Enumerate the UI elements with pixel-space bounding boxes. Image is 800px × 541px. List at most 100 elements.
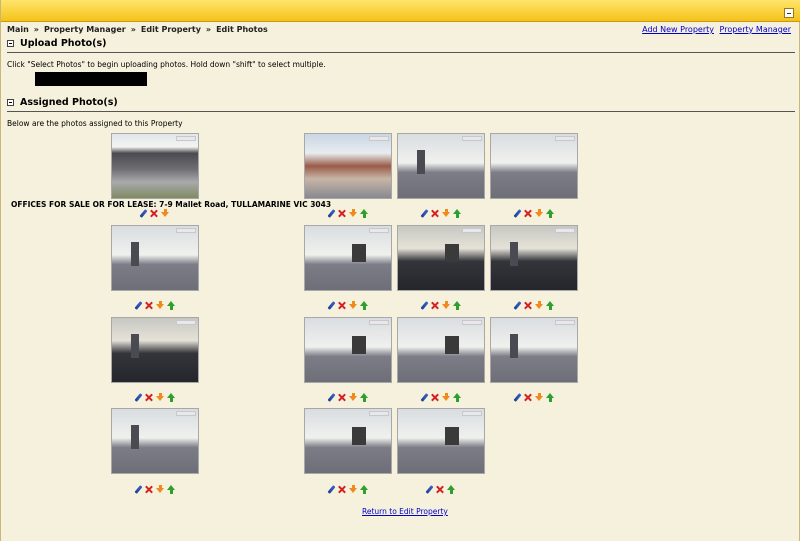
photo-controls bbox=[134, 484, 176, 494]
edit-icon[interactable] bbox=[327, 393, 336, 402]
photo-controls bbox=[420, 300, 462, 310]
move-up-icon[interactable] bbox=[453, 208, 462, 218]
watermark bbox=[555, 136, 575, 141]
watermark bbox=[462, 136, 482, 141]
photo-detail bbox=[445, 243, 460, 262]
delete-icon[interactable] bbox=[524, 209, 533, 218]
edit-icon[interactable] bbox=[420, 209, 429, 218]
photo-controls bbox=[425, 484, 456, 494]
breadcrumb-property-manager[interactable]: Property Manager bbox=[44, 25, 126, 34]
property-photo[interactable] bbox=[397, 133, 485, 199]
watermark bbox=[176, 228, 196, 233]
move-up-icon[interactable] bbox=[453, 392, 462, 402]
delete-icon[interactable] bbox=[145, 393, 154, 402]
breadcrumb-main[interactable]: Main bbox=[7, 25, 29, 34]
property-photo[interactable] bbox=[397, 317, 485, 383]
delete-icon[interactable] bbox=[431, 393, 440, 402]
photo-controls bbox=[327, 300, 369, 310]
property-photo[interactable] bbox=[111, 317, 199, 383]
move-down-icon[interactable] bbox=[535, 300, 544, 310]
edit-icon[interactable] bbox=[513, 393, 522, 402]
property-photo[interactable] bbox=[490, 225, 578, 291]
minimize-icon[interactable] bbox=[784, 8, 794, 18]
upload-section-title: Upload Photo(s) bbox=[20, 38, 107, 49]
edit-icon[interactable] bbox=[327, 209, 336, 218]
delete-icon[interactable] bbox=[431, 209, 440, 218]
move-up-icon[interactable] bbox=[167, 300, 176, 310]
move-up-icon[interactable] bbox=[546, 300, 555, 310]
collapse-icon[interactable] bbox=[7, 99, 14, 106]
edit-icon[interactable] bbox=[420, 301, 429, 310]
edit-icon[interactable] bbox=[513, 301, 522, 310]
property-photo[interactable] bbox=[490, 317, 578, 383]
edit-icon[interactable] bbox=[134, 393, 143, 402]
delete-icon[interactable] bbox=[145, 485, 154, 494]
move-down-icon[interactable] bbox=[535, 208, 544, 218]
return-to-edit-property-link[interactable]: Return to Edit Property bbox=[362, 507, 448, 516]
edit-icon[interactable] bbox=[513, 209, 522, 218]
edit-icon[interactable] bbox=[420, 393, 429, 402]
watermark bbox=[369, 228, 389, 233]
delete-icon[interactable] bbox=[338, 393, 347, 402]
property-photo[interactable] bbox=[304, 225, 392, 291]
move-down-icon[interactable] bbox=[349, 484, 358, 494]
move-down-icon[interactable] bbox=[535, 392, 544, 402]
delete-icon[interactable] bbox=[338, 209, 347, 218]
photo-detail bbox=[130, 334, 139, 358]
move-down-icon[interactable] bbox=[442, 392, 451, 402]
delete-icon[interactable] bbox=[431, 301, 440, 310]
delete-icon[interactable] bbox=[150, 209, 159, 218]
move-up-icon[interactable] bbox=[447, 484, 456, 494]
move-down-icon[interactable] bbox=[349, 208, 358, 218]
move-down-icon[interactable] bbox=[156, 392, 165, 402]
move-up-icon[interactable] bbox=[546, 392, 555, 402]
add-new-property-link[interactable]: Add New Property bbox=[642, 25, 714, 34]
move-down-icon[interactable] bbox=[156, 484, 165, 494]
photo-detail bbox=[130, 425, 139, 449]
move-down-icon[interactable] bbox=[442, 208, 451, 218]
move-down-icon[interactable] bbox=[156, 300, 165, 310]
property-photo-main[interactable] bbox=[111, 133, 199, 199]
move-down-icon[interactable] bbox=[349, 392, 358, 402]
breadcrumb-separator: » bbox=[33, 25, 39, 34]
move-up-icon[interactable] bbox=[360, 392, 369, 402]
move-down-icon[interactable] bbox=[349, 300, 358, 310]
collapse-icon[interactable] bbox=[7, 40, 14, 47]
breadcrumb-edit-photos: Edit Photos bbox=[216, 25, 268, 34]
move-down-icon[interactable] bbox=[442, 300, 451, 310]
delete-icon[interactable] bbox=[524, 393, 533, 402]
edit-icon[interactable] bbox=[139, 209, 148, 218]
move-up-icon[interactable] bbox=[167, 392, 176, 402]
move-up-icon[interactable] bbox=[360, 300, 369, 310]
property-photo[interactable] bbox=[490, 133, 578, 199]
move-up-icon[interactable] bbox=[360, 484, 369, 494]
delete-icon[interactable] bbox=[145, 301, 154, 310]
edit-icon[interactable] bbox=[425, 485, 434, 494]
move-down-icon[interactable] bbox=[161, 208, 170, 218]
assigned-section-title: Assigned Photo(s) bbox=[20, 97, 118, 108]
property-manager-link[interactable]: Property Manager bbox=[720, 25, 791, 34]
move-up-icon[interactable] bbox=[167, 484, 176, 494]
edit-icon[interactable] bbox=[327, 485, 336, 494]
property-photo[interactable] bbox=[397, 408, 485, 474]
property-photo[interactable] bbox=[397, 225, 485, 291]
edit-icon[interactable] bbox=[134, 485, 143, 494]
move-up-icon[interactable] bbox=[453, 300, 462, 310]
delete-icon[interactable] bbox=[338, 301, 347, 310]
edit-icon[interactable] bbox=[134, 301, 143, 310]
property-photo[interactable] bbox=[111, 408, 199, 474]
property-photo[interactable] bbox=[304, 408, 392, 474]
move-up-icon[interactable] bbox=[546, 208, 555, 218]
breadcrumb-edit-property[interactable]: Edit Property bbox=[141, 25, 201, 34]
property-photo[interactable] bbox=[111, 225, 199, 291]
select-photos-button[interactable] bbox=[35, 72, 147, 86]
edit-icon[interactable] bbox=[327, 301, 336, 310]
property-photo[interactable] bbox=[304, 133, 392, 199]
delete-icon[interactable] bbox=[338, 485, 347, 494]
delete-icon[interactable] bbox=[524, 301, 533, 310]
photo-controls bbox=[513, 300, 555, 310]
property-photo[interactable] bbox=[304, 317, 392, 383]
move-up-icon[interactable] bbox=[360, 208, 369, 218]
photo-controls bbox=[513, 392, 555, 402]
delete-icon[interactable] bbox=[436, 485, 445, 494]
